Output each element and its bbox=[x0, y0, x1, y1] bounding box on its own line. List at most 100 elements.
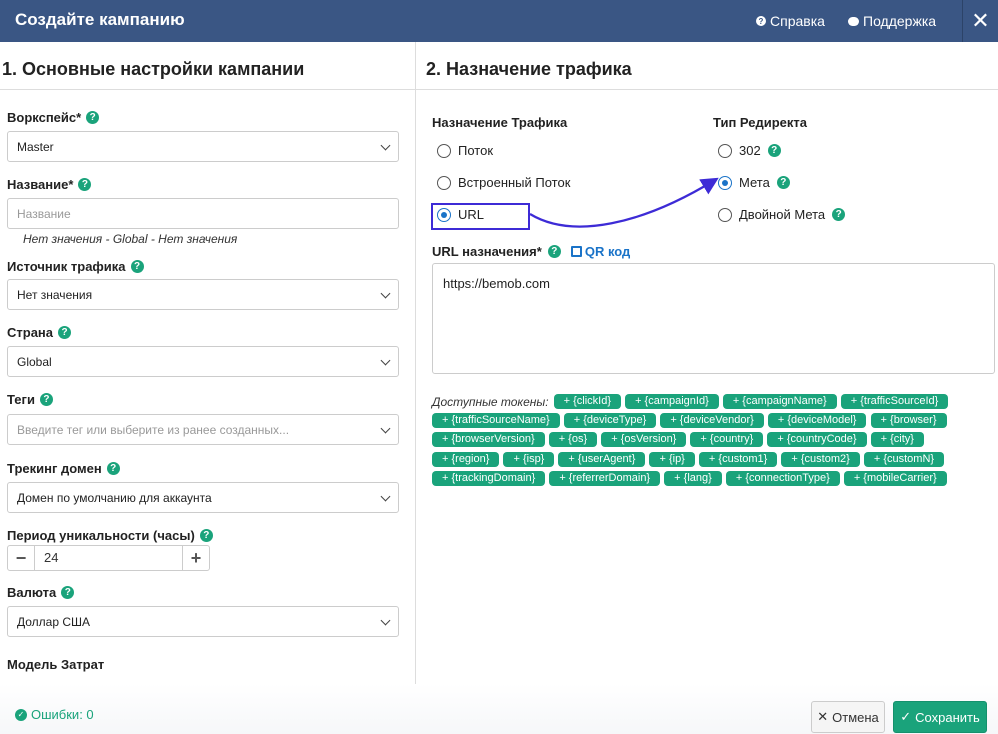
token-chip[interactable]: + {connectionType} bbox=[725, 471, 840, 487]
token-chip[interactable]: + {mobileCarrier} bbox=[843, 471, 947, 487]
traffic-source-value: Нет значения bbox=[17, 287, 93, 302]
increment-button[interactable]: + bbox=[183, 546, 209, 570]
save-button[interactable]: ✓ Сохранить bbox=[893, 701, 987, 733]
traffic-destination-panel: 2. Назначение трафика Назначение Трафика… bbox=[416, 42, 998, 684]
token-chip[interactable]: + {lang} bbox=[664, 471, 722, 487]
token-chip[interactable]: + {trafficSourceName} bbox=[432, 413, 560, 428]
support-link[interactable]: Поддержка bbox=[848, 13, 936, 29]
qr-code-icon bbox=[570, 246, 582, 257]
qr-code-link[interactable]: QR код bbox=[570, 244, 631, 259]
destination-label: Назначение Трафика bbox=[432, 115, 568, 130]
chevron-down-icon bbox=[380, 140, 391, 151]
tags-input[interactable]: Введите тег или выберите из ранее создан… bbox=[7, 414, 399, 445]
token-chip[interactable]: + {custom1} bbox=[698, 451, 778, 467]
help-icon[interactable]: ? bbox=[130, 260, 144, 273]
token-chip[interactable]: + {custom2} bbox=[781, 451, 860, 467]
country-label: Страна ? bbox=[7, 325, 72, 340]
cost-model-label-text: Модель Затрат bbox=[7, 657, 105, 672]
help-icon[interactable]: ? bbox=[78, 178, 92, 191]
workspace-select[interactable]: Master bbox=[7, 131, 399, 162]
help-icon[interactable]: ? bbox=[61, 586, 75, 599]
token-chip[interactable]: + {userAgent} bbox=[558, 451, 646, 467]
help-icon[interactable]: ? bbox=[767, 144, 781, 157]
token-chip[interactable]: + {trafficSourceId} bbox=[840, 393, 949, 409]
token-chip[interactable]: + {clickId} bbox=[553, 393, 621, 409]
support-label: Поддержка bbox=[863, 13, 937, 29]
dest-url-label-text: URL назначения* bbox=[432, 244, 542, 259]
radio-url-label: URL bbox=[458, 207, 485, 222]
currency-select[interactable]: Доллар США bbox=[7, 606, 399, 637]
radio-circle bbox=[437, 175, 451, 190]
token-chip[interactable]: + {city} bbox=[870, 432, 924, 448]
help-icon[interactable]: ? bbox=[199, 529, 213, 542]
country-value: Global bbox=[17, 354, 52, 369]
tracking-domain-value: Домен по умолчанию для аккаунта bbox=[17, 490, 212, 505]
uniqueness-label-text: Период уникальности (часы) bbox=[7, 528, 195, 543]
country-select[interactable]: Global bbox=[7, 346, 399, 377]
radio-302-label: 302 bbox=[739, 143, 761, 158]
token-chip[interactable]: + {browser} bbox=[870, 413, 947, 428]
decrement-button[interactable]: − bbox=[8, 546, 34, 570]
help-icon[interactable]: ? bbox=[832, 208, 846, 221]
chevron-down-icon bbox=[380, 615, 391, 626]
close-icon: ✕ bbox=[817, 709, 829, 724]
radio-double-meta[interactable]: Двойной Мета ? bbox=[718, 207, 846, 222]
token-chip[interactable]: + {browserVersion} bbox=[432, 432, 545, 448]
help-icon[interactable]: ? bbox=[106, 462, 120, 475]
radio-302[interactable]: 302 ? bbox=[718, 143, 781, 158]
traffic-source-select[interactable]: Нет значения bbox=[7, 279, 399, 310]
token-chip[interactable]: + {country} bbox=[690, 432, 764, 448]
name-input[interactable]: Название bbox=[7, 198, 399, 229]
country-label-text: Страна bbox=[7, 325, 54, 340]
token-chip[interactable]: + {os} bbox=[548, 432, 598, 448]
token-chip[interactable]: + {customN} bbox=[863, 451, 945, 467]
help-icon[interactable]: ? bbox=[39, 393, 53, 406]
token-chip[interactable]: + {ip} bbox=[649, 451, 695, 467]
radio-meta[interactable]: Мета ? bbox=[718, 175, 790, 190]
radio-flow[interactable]: Поток bbox=[437, 143, 493, 158]
token-chip[interactable]: + {region} bbox=[432, 451, 500, 467]
errors-status: ✓ Ошибки: 0 bbox=[15, 707, 94, 722]
token-chip[interactable]: + {deviceModel} bbox=[767, 413, 867, 428]
chevron-down-icon bbox=[380, 355, 391, 366]
chevron-down-icon bbox=[380, 491, 391, 502]
help-icon[interactable]: ? bbox=[86, 111, 100, 124]
radio-circle bbox=[437, 143, 451, 158]
errors-label: Ошибки: 0 bbox=[31, 707, 94, 722]
currency-label-text: Валюта bbox=[7, 585, 57, 600]
token-chip[interactable]: + {osVersion} bbox=[601, 432, 687, 448]
chevron-down-icon bbox=[380, 423, 391, 434]
token-chip[interactable]: + {isp} bbox=[503, 451, 555, 467]
traffic-source-label-text: Источник трафика bbox=[7, 259, 126, 274]
dest-url-value: https://bemob.com bbox=[443, 276, 550, 291]
workspace-label-text: Воркспейс* bbox=[7, 110, 82, 125]
dest-url-textarea[interactable]: https://bemob.com bbox=[432, 263, 995, 374]
cancel-button[interactable]: ✕ Отмена bbox=[811, 701, 885, 733]
token-chip[interactable]: + {deviceType} bbox=[563, 413, 657, 428]
tags-label: Теги ? bbox=[7, 392, 53, 407]
name-placeholder: Название bbox=[17, 206, 71, 221]
help-link[interactable]: ? Справка bbox=[756, 13, 825, 29]
currency-value: Доллар США bbox=[17, 614, 91, 629]
token-chip[interactable]: + {campaignId} bbox=[625, 393, 719, 409]
token-chip[interactable]: + {deviceVendor} bbox=[660, 413, 764, 428]
uniqueness-input[interactable]: 24 bbox=[34, 546, 183, 570]
help-icon[interactable]: ? bbox=[776, 176, 790, 189]
radio-url[interactable]: URL bbox=[437, 207, 484, 222]
qr-code-label: QR код bbox=[584, 244, 631, 259]
token-chip[interactable]: + {trackingDomain} bbox=[432, 471, 546, 487]
annotation-arrow bbox=[529, 177, 719, 228]
token-chip[interactable]: + {referrerDomain} bbox=[549, 471, 661, 487]
workspace-value: Master bbox=[17, 139, 54, 154]
help-icon[interactable]: ? bbox=[547, 245, 561, 258]
tracking-domain-select[interactable]: Домен по умолчанию для аккаунта bbox=[7, 482, 399, 513]
question-circle-icon: ? bbox=[756, 16, 766, 26]
dialog-footer: ✓ Ошибки: 0 ✕ Отмена ✓ Сохранить bbox=[0, 684, 998, 734]
close-button[interactable]: ✕ bbox=[962, 0, 998, 42]
token-chip[interactable]: + {countryCode} bbox=[767, 432, 867, 448]
radio-circle-selected bbox=[718, 175, 732, 190]
token-chip[interactable]: + {campaignName} bbox=[722, 393, 837, 409]
radio-meta-label: Мета bbox=[739, 175, 770, 190]
cost-model-label: Модель Затрат bbox=[7, 657, 104, 672]
help-icon[interactable]: ? bbox=[58, 326, 72, 339]
